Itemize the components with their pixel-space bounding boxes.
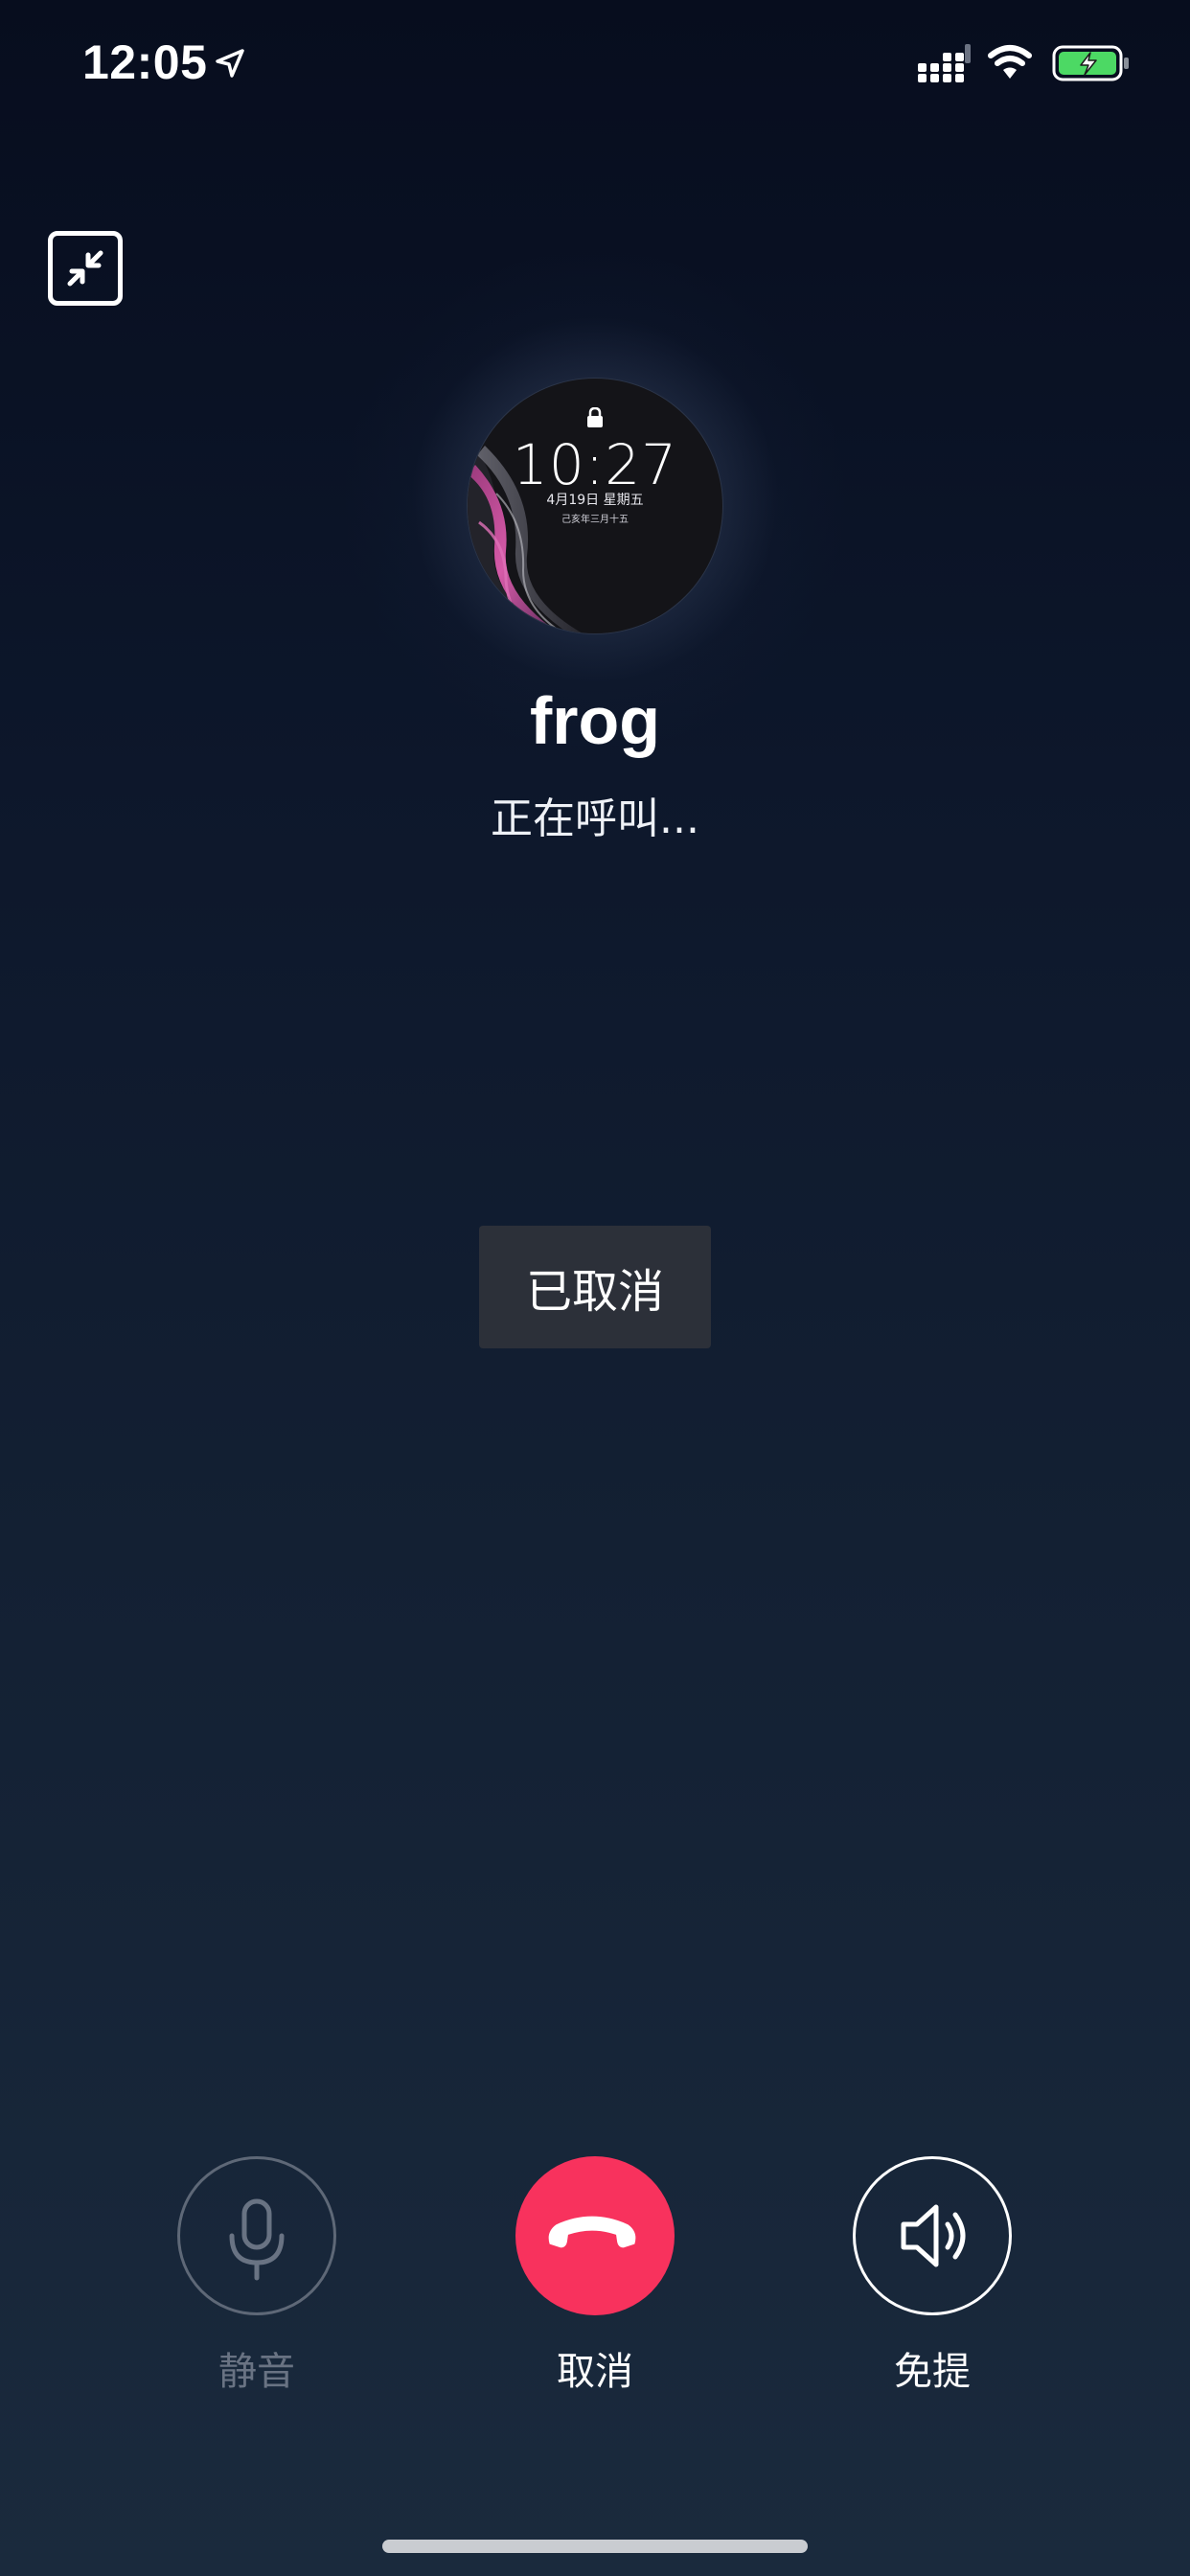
- wifi-icon: [988, 45, 1032, 79]
- microphone-icon: [229, 2198, 285, 2281]
- minimize-button[interactable]: [48, 231, 123, 306]
- home-indicator[interactable]: [382, 2540, 808, 2553]
- speaker-label: 免提: [894, 2350, 971, 2394]
- cancel-call-label: 取消: [557, 2350, 633, 2394]
- cancel-call-button[interactable]: [515, 2156, 675, 2315]
- caller-name: frog: [529, 683, 661, 758]
- wallpaper-date: 4月19日 星期五: [546, 493, 644, 508]
- caller-avatar: 10:27 4月19日 星期五 己亥年三月十五: [468, 379, 722, 633]
- speaker-button[interactable]: [853, 2156, 1012, 2315]
- hang-up-phone-icon: [548, 2216, 636, 2248]
- battery-charging-icon: [1052, 45, 1129, 81]
- minimize-arrows-icon: [67, 250, 103, 287]
- status-time: 12:05: [82, 35, 208, 89]
- location-arrow-icon: [216, 49, 244, 78]
- cellular-signal-icon: [918, 44, 971, 82]
- wallpaper-lunar-date: 己亥年三月十五: [561, 515, 629, 525]
- call-status: 正在呼叫...: [491, 794, 699, 843]
- mute-button[interactable]: [177, 2156, 336, 2315]
- speaker-icon: [901, 2204, 966, 2267]
- lock-icon: [587, 407, 603, 427]
- cancelled-toast: 已取消: [479, 1226, 711, 1348]
- call-screen: 12:05 10:27 4月19日 星期五 己亥年三月十五 frog 正在呼叫.…: [0, 0, 1190, 2576]
- mute-label: 静音: [218, 2350, 295, 2394]
- wallpaper-time: 10:27: [512, 432, 678, 497]
